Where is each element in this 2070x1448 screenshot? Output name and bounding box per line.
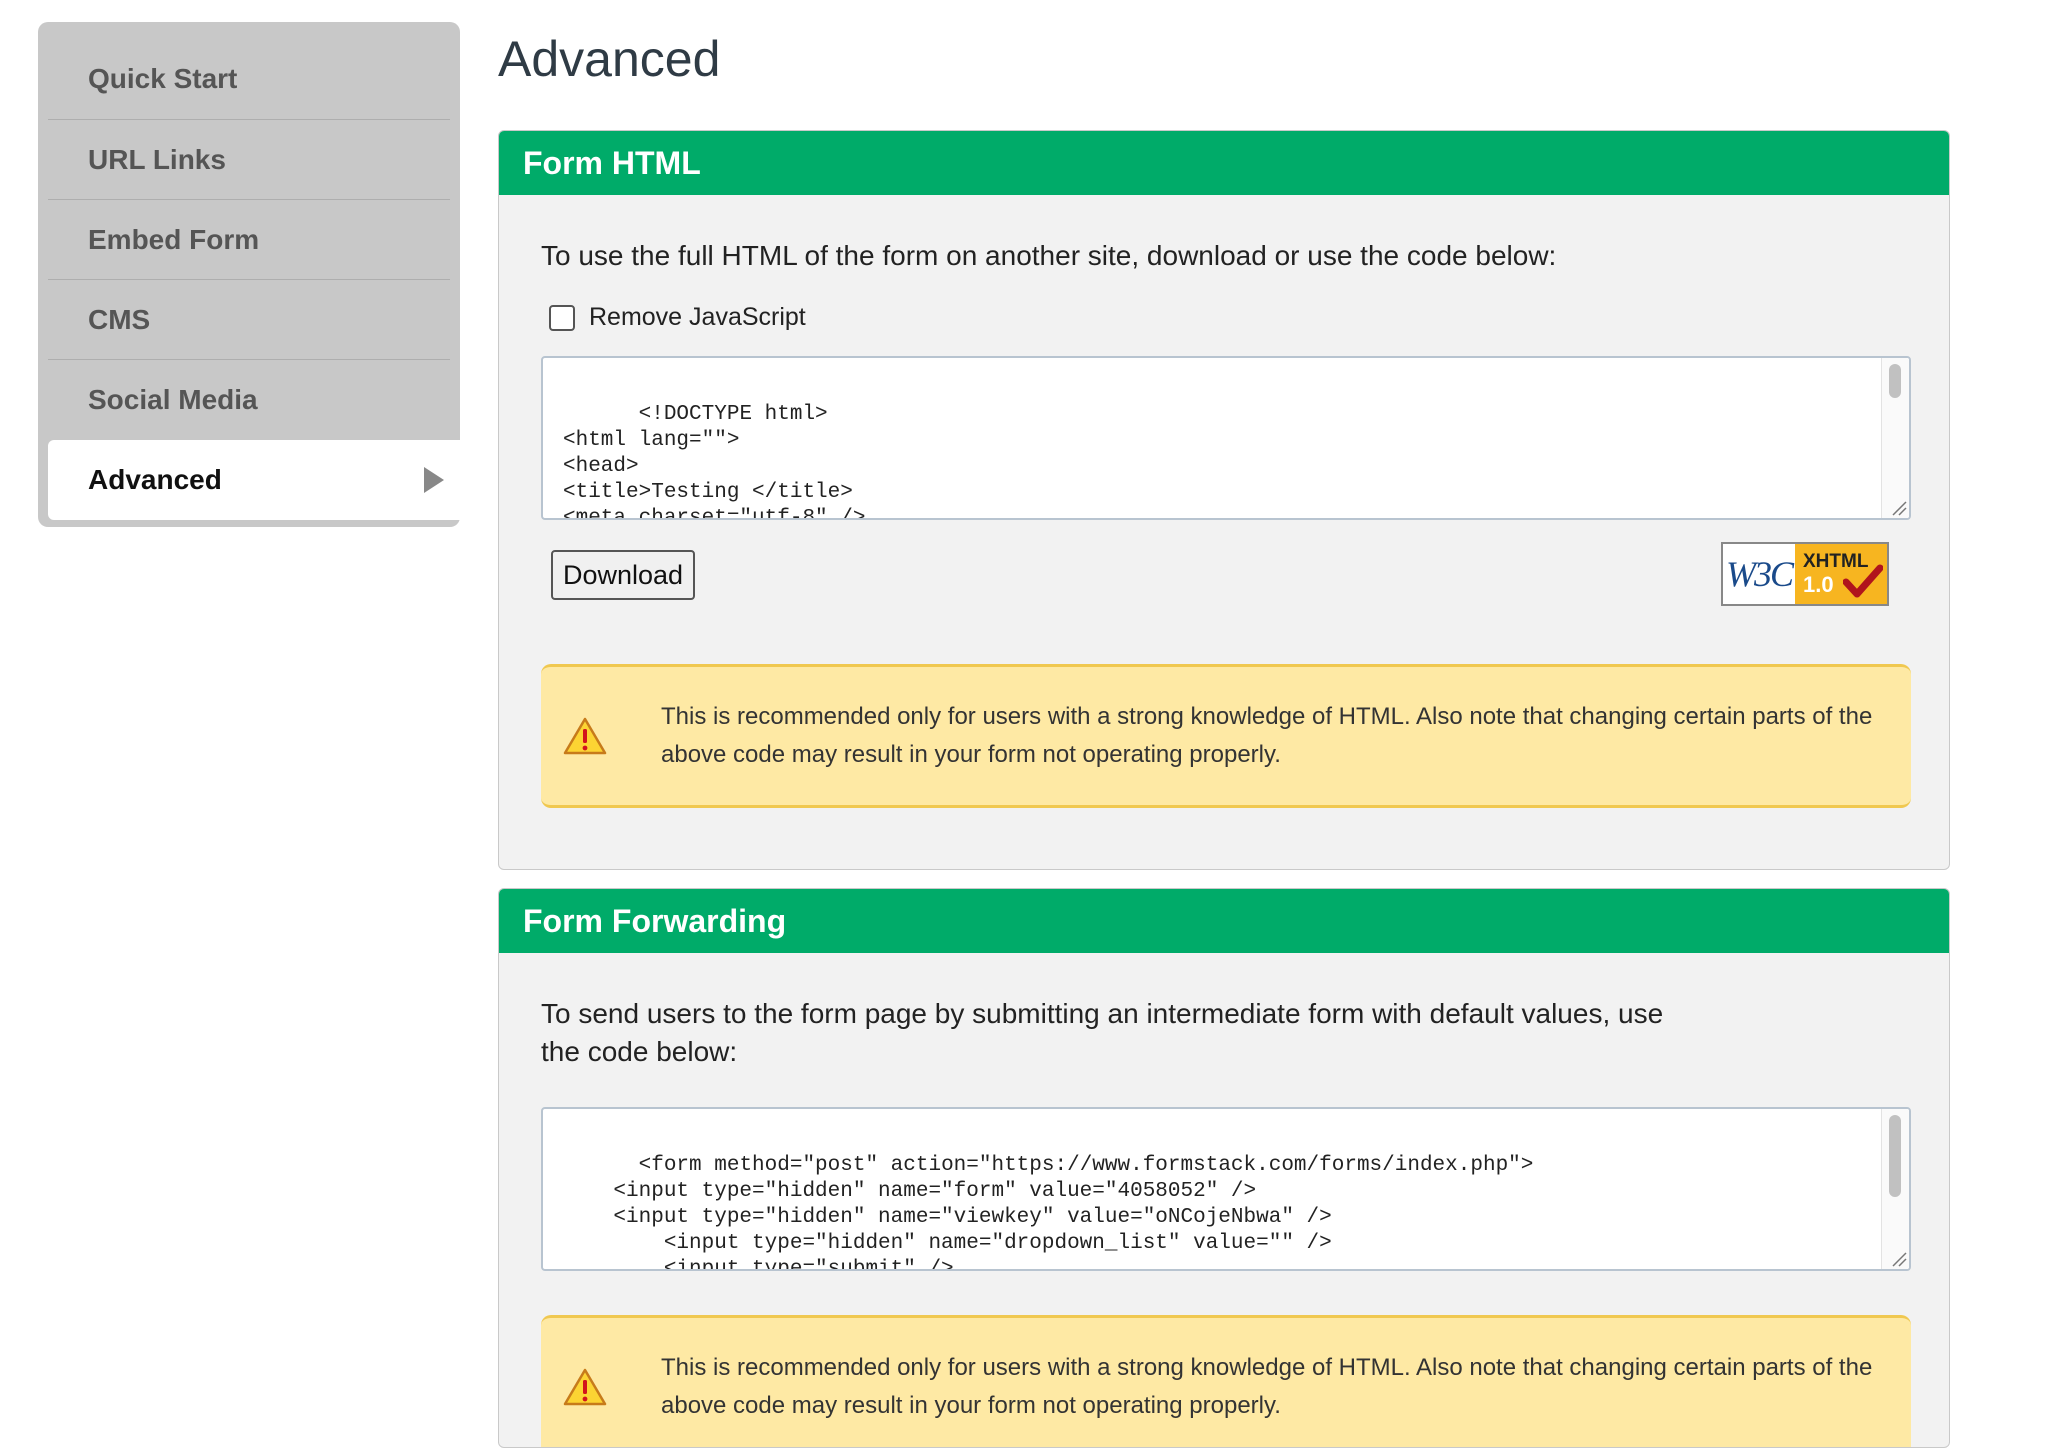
- actions-row: Download W3C XHTML 1.0: [541, 520, 1909, 618]
- warning-icon: [563, 717, 607, 755]
- checkbox-label: Remove JavaScript: [589, 303, 806, 331]
- xhtml-label: XHTML 1.0: [1795, 544, 1887, 604]
- remove-javascript-option: Remove JavaScript: [549, 303, 1909, 332]
- panel-body: To use the full HTML of the form on anot…: [499, 195, 1949, 808]
- form-html-panel: Form HTML To use the full HTML of the fo…: [498, 130, 1950, 870]
- remove-javascript-checkbox[interactable]: [549, 304, 575, 331]
- sidebar-item-quick-start[interactable]: Quick Start: [48, 32, 450, 120]
- warning-text: This is recommended only for users with …: [661, 703, 1873, 768]
- form-forwarding-code-textarea[interactable]: <form method="post" action="https://www.…: [541, 1107, 1911, 1271]
- scrollbar[interactable]: [1881, 358, 1909, 518]
- resize-handle-icon[interactable]: [1889, 1249, 1907, 1267]
- sidebar-item-url-links[interactable]: URL Links: [48, 120, 450, 200]
- code-text: <!DOCTYPE html> <html lang=""> <head> <t…: [563, 403, 866, 520]
- sidebar-item-label: Advanced: [88, 464, 222, 495]
- form-forwarding-panel: Form Forwarding To send users to the for…: [498, 888, 1950, 1448]
- code-text: <form method="post" action="https://www.…: [613, 1154, 1534, 1271]
- scrollbar-thumb[interactable]: [1889, 1115, 1901, 1197]
- scrollbar[interactable]: [1881, 1109, 1909, 1269]
- panel-header: Form Forwarding: [499, 889, 1949, 953]
- panel-description: To send users to the form page by submit…: [541, 998, 1664, 1067]
- sidebar-item-label: Social Media: [88, 384, 258, 415]
- warning-icon: [563, 1368, 607, 1406]
- sidebar-item-advanced[interactable]: Advanced: [48, 440, 460, 520]
- download-button[interactable]: Download: [551, 550, 696, 600]
- sidebar-item-social-media[interactable]: Social Media: [48, 360, 450, 440]
- sidebar-item-label: Embed Form: [88, 223, 260, 255]
- sidebar-item-label: CMS: [88, 303, 151, 335]
- panel-header: Form HTML: [499, 131, 1949, 195]
- sidebar-item-cms[interactable]: CMS: [48, 280, 450, 360]
- sidebar-item-label: Quick Start: [88, 62, 238, 94]
- w3c-logo: W3C: [1726, 554, 1794, 594]
- w3c-xhtml-badge[interactable]: W3C XHTML 1.0: [1721, 542, 1889, 606]
- resize-handle-icon[interactable]: [1889, 498, 1907, 516]
- panel-body: To send users to the form page by submit…: [499, 953, 1949, 1447]
- panel-description: To use the full HTML of the form on anot…: [541, 240, 1557, 271]
- form-html-code-textarea[interactable]: <!DOCTYPE html> <html lang=""> <head> <t…: [541, 356, 1911, 520]
- triangle-right-icon: [424, 467, 444, 493]
- warning-alert: This is recommended only for users with …: [541, 1315, 1911, 1447]
- checkmark-icon: [1843, 564, 1883, 598]
- warning-alert: This is recommended only for users with …: [541, 664, 1911, 808]
- sidebar-nav: Quick Start URL Links Embed Form CMS Soc…: [38, 22, 460, 527]
- sidebar-item-label: URL Links: [88, 143, 226, 175]
- warning-text: This is recommended only for users with …: [661, 1354, 1873, 1419]
- page-title: Advanced: [498, 31, 721, 87]
- sidebar-item-embed-form[interactable]: Embed Form: [48, 200, 450, 280]
- scrollbar-thumb[interactable]: [1889, 364, 1901, 398]
